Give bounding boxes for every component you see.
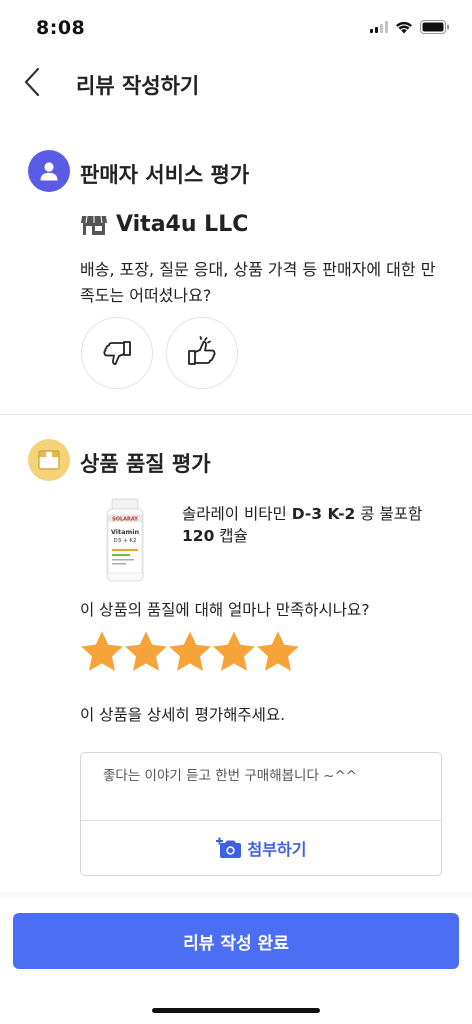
home-indicator[interactable] xyxy=(152,1008,320,1013)
product-image: SOLARAY Vitamin D3 + K2 xyxy=(100,497,150,583)
thumbs-up-button[interactable] xyxy=(166,317,238,389)
status-time: 8:08 xyxy=(36,17,86,39)
footer-shadow xyxy=(0,893,472,901)
star-icon[interactable] xyxy=(256,630,300,674)
attach-label: 첨부하기 xyxy=(247,840,307,859)
person-icon xyxy=(40,162,58,181)
star-icon[interactable] xyxy=(80,630,124,674)
seller-section-title: 판매자 서비스 평가 xyxy=(80,163,250,187)
seller-satisfaction-question: 배송, 포장, 질문 응대, 상품 가격 등 판매자에 대한 만족도는 어떠셨나… xyxy=(80,260,436,305)
product-label-name: Vitamin xyxy=(111,528,140,536)
product-name-part: 캡슐 xyxy=(214,527,248,545)
star-icon[interactable] xyxy=(168,630,212,674)
page-title: 리뷰 작성하기 xyxy=(76,74,200,98)
detail-review-label: 이 상품을 상세히 평가해주세요. xyxy=(80,706,286,724)
seller-section-icon xyxy=(28,150,70,192)
signal-icon xyxy=(370,21,388,33)
submit-review-button[interactable]: 리뷰 작성 완료 xyxy=(13,913,459,969)
seller-info: Vita4u LLC xyxy=(80,212,248,237)
product-section-icon xyxy=(28,439,70,481)
product-name-part: 콩 불포함 xyxy=(355,505,423,523)
status-icons xyxy=(370,20,450,34)
thumbs-down-icon xyxy=(103,341,131,365)
product-label-brand: SOLARAY xyxy=(112,517,138,523)
star-rating[interactable] xyxy=(80,630,300,674)
product-name-part: 솔라레이 비타민 xyxy=(182,505,292,523)
product-name-bold: D-3 K-2 xyxy=(291,505,356,523)
camera-plus-icon xyxy=(215,837,241,858)
header: 리뷰 작성하기 xyxy=(0,52,472,114)
product-label-sub: D3 + K2 xyxy=(114,538,137,544)
thumbs-down-button[interactable] xyxy=(81,317,153,389)
back-button[interactable] xyxy=(14,64,50,100)
review-textarea[interactable]: 좋다는 이야기 듣고 한번 구매해봅니다 ~^^ xyxy=(103,767,423,819)
attach-button[interactable]: 첨부하기 xyxy=(81,821,441,875)
seller-name: Vita4u LLC xyxy=(116,212,249,237)
box-icon xyxy=(38,450,60,470)
review-box: 좋다는 이야기 듣고 한번 구매해봅니다 ~^^ 첨부하기 xyxy=(80,752,442,876)
status-bar: 8:08 xyxy=(0,0,472,52)
wifi-icon xyxy=(396,21,412,33)
vitamin-bottle-icon: SOLARAY Vitamin D3 + K2 xyxy=(106,498,144,582)
battery-icon xyxy=(420,20,449,34)
star-icon[interactable] xyxy=(124,630,168,674)
chevron-left-icon xyxy=(24,67,40,97)
product-name: 솔라레이 비타민 D-3 K-2 콩 불포함 120 캡슐 xyxy=(182,503,452,547)
star-icon[interactable] xyxy=(212,630,256,674)
product-name-bold: 120 xyxy=(182,527,215,545)
thumbs-up-icon xyxy=(188,336,216,365)
product-section-title: 상품 품질 평가 xyxy=(80,452,211,476)
store-icon xyxy=(81,215,107,235)
quality-question: 이 상품의 품질에 대해 얼마나 만족하시나요? xyxy=(80,601,370,619)
section-divider xyxy=(0,414,472,415)
